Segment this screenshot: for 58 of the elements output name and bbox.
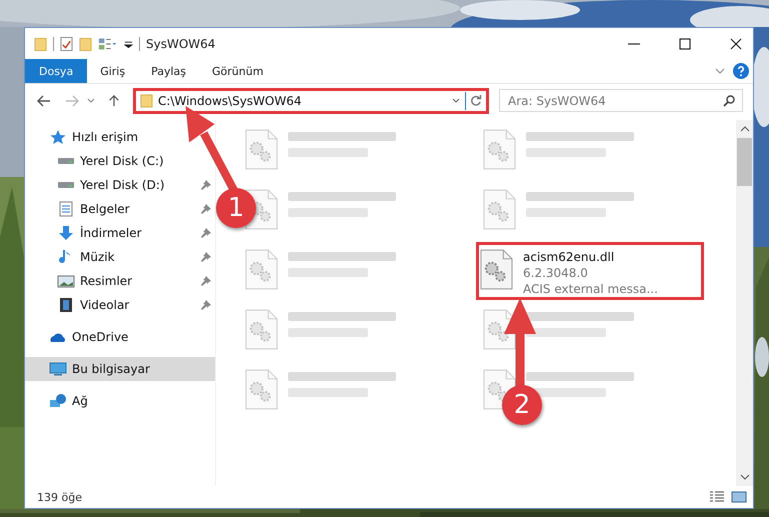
sidebar-item[interactable]: Belgeler xyxy=(25,197,215,221)
sidebar-item[interactable]: İndirmeler xyxy=(25,221,215,245)
doc-icon xyxy=(57,201,75,217)
file-item[interactable]: acism62enu.dll 6.2.3048.0 ACIS external messa... xyxy=(476,242,704,300)
maximize-icon[interactable] xyxy=(679,38,691,50)
scrollbar-thumb[interactable] xyxy=(737,138,752,186)
address-path: C:\Windows\SysWOW64 xyxy=(158,94,302,108)
scrollbar[interactable] xyxy=(736,120,753,486)
refresh-icon[interactable] xyxy=(470,94,482,106)
sidebar-item[interactable]: Müzik xyxy=(25,245,215,269)
file-description: ACIS external messa... xyxy=(523,281,658,297)
folder-icon xyxy=(140,93,153,108)
sidebar-item[interactable]: Hızlı erişim xyxy=(25,125,215,149)
pin-icon[interactable] xyxy=(201,204,211,214)
window-title: SysWOW64 xyxy=(146,36,216,50)
sidebar-item[interactable]: Ağ xyxy=(25,389,215,413)
pin-icon[interactable] xyxy=(201,180,211,190)
pc-icon xyxy=(49,361,67,377)
network-icon xyxy=(49,393,67,409)
search-icon xyxy=(723,95,735,107)
pin-icon[interactable] xyxy=(201,228,211,238)
ribbon-tab[interactable]: Dosya xyxy=(25,59,88,83)
dropdown-caret-icon[interactable] xyxy=(452,98,460,104)
dropdown-caret-icon[interactable] xyxy=(87,98,95,104)
pin-icon[interactable] xyxy=(201,252,211,262)
ribbon-tab[interactable]: Giriş xyxy=(87,59,138,83)
address-bar[interactable]: C:\Windows\SysWOW64 xyxy=(133,88,489,114)
file-name: acism62enu.dll xyxy=(523,249,616,265)
pictures-icon xyxy=(57,273,75,289)
video-icon xyxy=(57,297,75,313)
drive-icon xyxy=(57,158,75,164)
scroll-down-icon[interactable] xyxy=(740,474,750,480)
drive-icon xyxy=(57,182,75,188)
download-icon xyxy=(57,225,75,241)
pin-icon[interactable] xyxy=(201,300,211,310)
ribbon-tab[interactable]: Paylaş xyxy=(138,59,199,83)
checklist-icon[interactable] xyxy=(60,36,73,52)
sidebar-item[interactable]: Bu bilgisayar xyxy=(25,357,215,381)
item-count: 139 öğe xyxy=(37,490,82,504)
sidebar-item[interactable]: Yerel Disk (D:) xyxy=(25,173,215,197)
large-icons-view-icon[interactable] xyxy=(731,491,747,503)
sidebar-item[interactable]: Videolar xyxy=(25,293,215,317)
pin-icon[interactable] xyxy=(201,276,211,286)
star-icon xyxy=(49,129,67,145)
help-icon[interactable] xyxy=(733,63,749,79)
back-arrow-icon[interactable] xyxy=(37,94,51,106)
ribbon-tab[interactable]: Görünüm xyxy=(199,59,276,83)
expand-ribbon-icon[interactable] xyxy=(715,68,725,74)
search-field[interactable]: Ara: SysWOW64 xyxy=(499,89,743,112)
scroll-up-icon[interactable] xyxy=(740,126,750,132)
details-view-icon[interactable] xyxy=(709,491,725,503)
sidebar-item[interactable]: Resimler xyxy=(25,269,215,293)
file-version: 6.2.3048.0 xyxy=(523,265,589,281)
view-layout-icon[interactable] xyxy=(98,36,118,52)
sidebar-item[interactable]: OneDrive xyxy=(25,325,215,349)
close-icon[interactable] xyxy=(730,38,742,50)
up-arrow-icon[interactable] xyxy=(107,94,121,106)
sidebar-item[interactable]: Yerel Disk (C:) xyxy=(25,149,215,173)
